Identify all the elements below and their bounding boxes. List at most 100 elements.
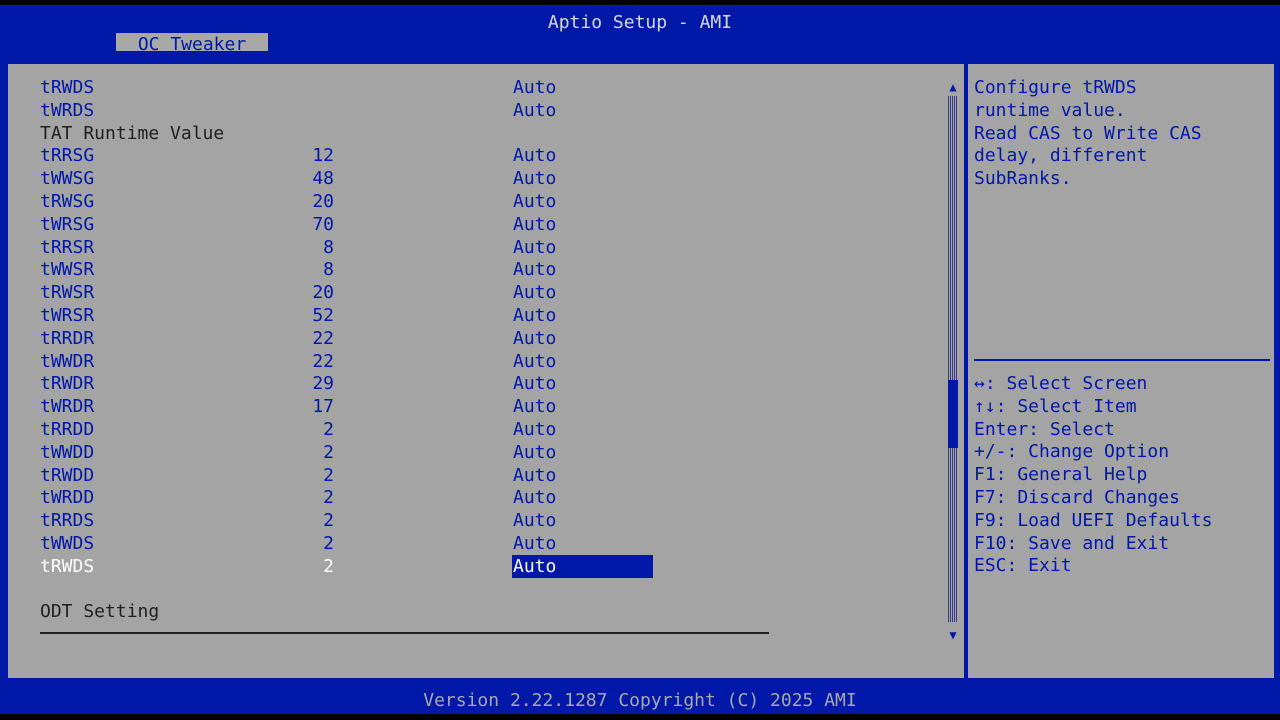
setting-row[interactable]: tWWDD 2 Auto bbox=[8, 441, 928, 464]
setting-current-value: 17 bbox=[312, 396, 334, 418]
key-hint: F10: Save and Exit bbox=[974, 532, 1170, 554]
setting-row[interactable]: tRWDD 2 Auto bbox=[8, 464, 928, 487]
setting-name: tRWSR bbox=[40, 282, 95, 304]
setting-row[interactable]: tRWDS Auto bbox=[8, 76, 928, 99]
setting-current-value: 2 bbox=[323, 441, 334, 463]
key-hint: Enter: Select bbox=[974, 418, 1115, 440]
setting-option-select[interactable]: Auto bbox=[512, 213, 653, 236]
key-hint: ↑↓: Select Item bbox=[974, 395, 1137, 417]
help-panel: Configure tRWDS runtime value. Read CAS to… bbox=[966, 62, 1276, 680]
setting-row[interactable]: tRWSG 20 Auto bbox=[8, 190, 928, 213]
setting-name: tRRDR bbox=[40, 327, 95, 349]
setting-row[interactable]: tWRSG 70 Auto bbox=[8, 213, 928, 236]
key-hint: +/-: Change Option bbox=[974, 441, 1170, 463]
setting-option-select[interactable]: Auto bbox=[512, 76, 653, 99]
setting-option-select[interactable]: Auto bbox=[512, 554, 653, 578]
setting-row[interactable]: tWRDD 2 Auto bbox=[8, 486, 928, 509]
key-hint: F7: Discard Changes bbox=[974, 487, 1180, 508]
setting-name: tRRDS bbox=[40, 510, 95, 532]
section-divider bbox=[40, 632, 769, 634]
setting-name: tWWSR bbox=[40, 259, 95, 281]
setting-heading: TAT Runtime Value bbox=[8, 122, 928, 145]
setting-current-value: 52 bbox=[312, 305, 334, 326]
setting-current-value: 8 bbox=[323, 259, 334, 281]
setting-option-select[interactable]: Auto bbox=[512, 350, 653, 373]
setting-name: tWWSG bbox=[40, 168, 95, 190]
setting-option-select[interactable]: Auto bbox=[512, 190, 653, 213]
setting-current-value: 8 bbox=[323, 236, 334, 258]
help-line: SubRanks. bbox=[974, 168, 1072, 190]
setting-name: tRWDR bbox=[40, 373, 95, 395]
setting-row[interactable]: tRWDR 29 Auto bbox=[8, 372, 928, 395]
setting-row[interactable]: tRWSR 20 Auto bbox=[8, 281, 928, 304]
setting-name: tWRSG bbox=[40, 213, 95, 235]
setting-option-select[interactable]: Auto bbox=[512, 441, 653, 464]
setting-option-select[interactable]: Auto bbox=[512, 372, 653, 395]
setting-option-select[interactable]: Auto bbox=[512, 99, 653, 122]
setting-name: tRWDS bbox=[40, 77, 95, 98]
setting-current-value: 2 bbox=[323, 487, 334, 509]
setting-option-select[interactable]: Auto bbox=[512, 327, 653, 350]
setting-name: tWRDD bbox=[40, 487, 95, 509]
setting-row[interactable]: tRRDS 2 Auto bbox=[8, 509, 928, 532]
setting-row[interactable]: tWWDS 2 Auto bbox=[8, 532, 928, 555]
setting-name: tRRSG bbox=[40, 145, 95, 167]
odt-setting-heading: ODT Setting bbox=[40, 601, 160, 622]
setting-name: tWRDS bbox=[40, 99, 95, 121]
setting-name: tWWDR bbox=[40, 350, 95, 372]
key-hint: F9: Load UEFI Defaults bbox=[974, 509, 1213, 531]
setting-name: tWRDR bbox=[40, 396, 95, 418]
setting-row[interactable]: tWRDR 17 Auto bbox=[8, 395, 928, 418]
setting-row[interactable]: tWRDS Auto bbox=[8, 99, 928, 122]
setting-current-value: 29 bbox=[312, 373, 334, 395]
key-hint: ESC: Exit bbox=[974, 555, 1072, 577]
setting-row[interactable]: tRWDS 2 Auto bbox=[8, 554, 928, 578]
settings-panel: tRWDS Auto tWRDS Auto TAT Runtime Value tRRSG… bbox=[6, 62, 966, 680]
help-line: Configure tRWDS bbox=[974, 77, 1137, 98]
setting-option-select[interactable]: Auto bbox=[512, 486, 653, 509]
setting-current-value: 12 bbox=[312, 145, 334, 167]
setting-option-select[interactable]: Auto bbox=[512, 509, 653, 532]
setting-option-select[interactable]: Auto bbox=[512, 258, 653, 281]
setting-option-select[interactable]: Auto bbox=[512, 395, 653, 418]
app-title: Aptio Setup - AMI bbox=[547, 12, 733, 33]
setting-option-select[interactable]: Auto bbox=[512, 532, 653, 555]
setting-current-value: 2 bbox=[323, 555, 334, 577]
setting-option-select[interactable]: Auto bbox=[512, 167, 653, 190]
setting-row[interactable]: tWWSR 8 Auto bbox=[8, 258, 928, 281]
setting-current-value: 2 bbox=[323, 510, 334, 532]
setting-row[interactable]: tRRDR 22 Auto bbox=[8, 327, 928, 350]
setting-option-select[interactable]: Auto bbox=[512, 304, 653, 327]
setting-option-select[interactable]: Auto bbox=[512, 464, 653, 487]
setting-option-select[interactable]: Auto bbox=[512, 236, 653, 259]
setting-current-value: 20 bbox=[312, 191, 334, 212]
scroll-up-arrow-icon[interactable]: ▲ bbox=[946, 80, 960, 94]
setting-name: tRRSR bbox=[40, 236, 95, 258]
setting-current-value: 70 bbox=[312, 213, 334, 235]
setting-row[interactable]: tRRSR 8 Auto bbox=[8, 236, 928, 259]
setting-name: tWWDS bbox=[40, 533, 95, 554]
scrollbar[interactable] bbox=[948, 96, 958, 622]
key-hint: ↔: Select Screen bbox=[974, 373, 1148, 394]
setting-row[interactable]: tWWSG 48 Auto bbox=[8, 167, 928, 190]
setting-name: tWRSR bbox=[40, 305, 95, 326]
setting-name: tRRDD bbox=[40, 419, 95, 440]
setting-row[interactable]: tWWDR 22 Auto bbox=[8, 350, 928, 373]
setting-name: tRWDS bbox=[40, 555, 95, 577]
help-line: runtime value. bbox=[974, 99, 1126, 121]
setting-row[interactable]: tWRSR 52 Auto bbox=[8, 304, 928, 327]
setting-row[interactable]: tRRDD 2 Auto bbox=[8, 418, 928, 441]
setting-option-select[interactable]: Auto bbox=[512, 144, 653, 167]
key-hint: F1: General Help bbox=[974, 464, 1148, 486]
setting-current-value: 2 bbox=[323, 464, 334, 486]
help-line: delay, different bbox=[974, 145, 1148, 167]
scrollbar-thumb[interactable] bbox=[948, 380, 958, 448]
help-divider bbox=[974, 359, 1270, 361]
setting-row[interactable]: tRRSG 12 Auto bbox=[8, 144, 928, 167]
setting-name: TAT Runtime Value bbox=[40, 122, 225, 144]
setting-current-value: 48 bbox=[312, 168, 334, 190]
setting-option-select[interactable]: Auto bbox=[512, 418, 653, 441]
help-line: Read CAS to Write CAS bbox=[974, 122, 1202, 144]
scroll-down-arrow-icon[interactable]: ▼ bbox=[946, 628, 960, 642]
setting-option-select[interactable]: Auto bbox=[512, 281, 653, 304]
